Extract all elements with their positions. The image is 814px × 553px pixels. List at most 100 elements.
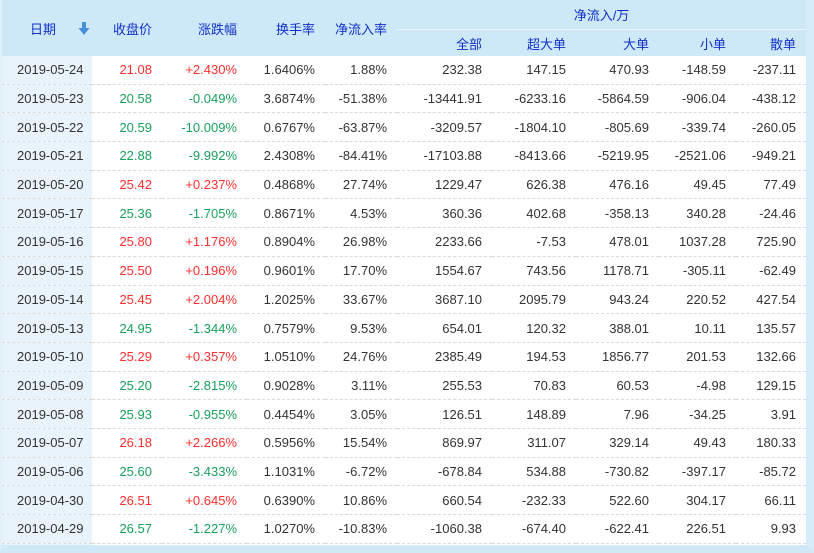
cell-date: 2019-04-29 (2, 515, 92, 544)
cell-retail: -949.21 (736, 142, 806, 171)
cell-turnover: 3.6874% (247, 84, 325, 113)
cell-change: +1.701% (162, 543, 247, 553)
cell-close: 25.50 (92, 256, 162, 285)
table-row[interactable]: 2019-05-06 25.60 -3.433% 1.1031% -6.72% … (2, 457, 806, 486)
cell-inflow-rate: 9.53% (325, 314, 397, 343)
cell-change: +2.430% (162, 56, 247, 84)
table-row[interactable]: 2019-04-26 26.90 +1.701% 0.9481% 24.66% … (2, 543, 806, 553)
cell-inflow-rate: 1.88% (325, 56, 397, 84)
table-row[interactable]: 2019-05-17 25.36 -1.705% 0.8671% 4.53% 3… (2, 199, 806, 228)
table-row[interactable]: 2019-04-30 26.51 +0.645% 0.6390% 10.86% … (2, 486, 806, 515)
cell-retail: 725.90 (736, 228, 806, 257)
sort-descending-icon[interactable] (78, 22, 90, 35)
table-row[interactable]: 2019-05-10 25.29 +0.357% 1.0510% 24.76% … (2, 342, 806, 371)
cell-all: 255.53 (397, 371, 492, 400)
cell-retail: 180.33 (736, 428, 806, 457)
cell-change: -1.227% (162, 515, 247, 544)
column-header-small[interactable]: 小单 (659, 30, 736, 57)
cell-turnover: 1.6406% (247, 56, 325, 84)
cell-change: -1.705% (162, 199, 247, 228)
cell-date: 2019-05-14 (2, 285, 92, 314)
table-row[interactable]: 2019-05-15 25.50 +0.196% 0.9601% 17.70% … (2, 256, 806, 285)
cell-small: 304.17 (659, 486, 736, 515)
cell-inflow-rate: 17.70% (325, 256, 397, 285)
column-header-large[interactable]: 大单 (576, 30, 659, 57)
cell-close: 25.60 (92, 457, 162, 486)
column-header-all[interactable]: 全部 (397, 30, 492, 57)
cell-turnover: 0.4454% (247, 400, 325, 429)
cell-small: -906.04 (659, 84, 736, 113)
cell-all: 1554.67 (397, 256, 492, 285)
cell-super-large: 2095.79 (492, 285, 576, 314)
cell-turnover: 2.4308% (247, 142, 325, 171)
cell-close: 25.42 (92, 170, 162, 199)
table-row[interactable]: 2019-05-16 25.80 +1.176% 0.8904% 26.98% … (2, 228, 806, 257)
cell-close: 22.88 (92, 142, 162, 171)
cell-large: 943.24 (576, 285, 659, 314)
cell-retail: 3.91 (736, 400, 806, 429)
table-row[interactable]: 2019-05-24 21.08 +2.430% 1.6406% 1.88% 2… (2, 56, 806, 84)
cell-all: 126.51 (397, 400, 492, 429)
column-header-date-label: 日期 (30, 19, 56, 38)
cell-small: 167.55 (659, 543, 736, 553)
column-header-turnover[interactable]: 换手率 (247, 0, 325, 56)
cell-retail: -86.63 (736, 543, 806, 553)
table-row[interactable]: 2019-05-20 25.42 +0.237% 0.4868% 27.74% … (2, 170, 806, 199)
column-header-date[interactable]: 日期 (2, 0, 92, 56)
cell-all: 232.38 (397, 56, 492, 84)
cell-super-large: 534.88 (492, 457, 576, 486)
column-header-retail[interactable]: 散单 (736, 30, 806, 57)
cell-change: -0.955% (162, 400, 247, 429)
cell-retail: -438.12 (736, 84, 806, 113)
cell-super-large: 120.32 (492, 314, 576, 343)
cell-small: -148.59 (659, 56, 736, 84)
table-row[interactable]: 2019-04-29 26.57 -1.227% 1.0270% -10.83%… (2, 515, 806, 544)
cell-large: -805.69 (576, 113, 659, 142)
table-row[interactable]: 2019-05-13 24.95 -1.344% 0.7579% 9.53% 6… (2, 314, 806, 343)
cell-retail: 77.49 (736, 170, 806, 199)
fund-flow-table-container: 日期 收盘价 涨跌幅 换手率 净流入率 净流入/万 全部 超大单 大单 小单 散… (2, 0, 806, 545)
column-header-change[interactable]: 涨跌幅 (162, 0, 247, 56)
cell-close: 26.57 (92, 515, 162, 544)
cell-change: +2.266% (162, 428, 247, 457)
column-header-close[interactable]: 收盘价 (92, 0, 162, 56)
cell-super-large: 70.83 (492, 371, 576, 400)
cell-large: 476.16 (576, 170, 659, 199)
cell-change: -1.344% (162, 314, 247, 343)
cell-date: 2019-05-15 (2, 256, 92, 285)
cell-inflow-rate: 26.98% (325, 228, 397, 257)
cell-large: -358.13 (576, 199, 659, 228)
table-row[interactable]: 2019-05-22 20.59 -10.009% 0.6767% -63.87… (2, 113, 806, 142)
cell-inflow-rate: 24.76% (325, 342, 397, 371)
cell-large: 60.53 (576, 371, 659, 400)
cell-retail: 129.15 (736, 371, 806, 400)
cell-super-large: 147.15 (492, 56, 576, 84)
table-row[interactable]: 2019-05-23 20.58 -0.049% 3.6874% -51.38%… (2, 84, 806, 113)
cell-inflow-rate: 4.53% (325, 199, 397, 228)
cell-retail: -85.72 (736, 457, 806, 486)
cell-small: -397.17 (659, 457, 736, 486)
table-row[interactable]: 2019-05-14 25.45 +2.004% 1.2025% 33.67% … (2, 285, 806, 314)
cell-inflow-rate: 33.67% (325, 285, 397, 314)
cell-close: 25.36 (92, 199, 162, 228)
cell-close: 20.59 (92, 113, 162, 142)
cell-date: 2019-05-23 (2, 84, 92, 113)
table-row[interactable]: 2019-05-07 26.18 +2.266% 0.5956% 15.54% … (2, 428, 806, 457)
cell-turnover: 0.7579% (247, 314, 325, 343)
table-row[interactable]: 2019-05-21 22.88 -9.992% 2.4308% -84.41%… (2, 142, 806, 171)
cell-all: 869.97 (397, 428, 492, 457)
cell-inflow-rate: 10.86% (325, 486, 397, 515)
table-row[interactable]: 2019-05-08 25.93 -0.955% 0.4454% 3.05% 1… (2, 400, 806, 429)
column-header-inflow-rate[interactable]: 净流入率 (325, 0, 397, 56)
cell-close: 25.93 (92, 400, 162, 429)
cell-large: 329.14 (576, 428, 659, 457)
column-group-net-inflow: 净流入/万 (397, 0, 806, 30)
cell-all: 660.54 (397, 486, 492, 515)
cell-change: +0.645% (162, 486, 247, 515)
cell-date: 2019-05-10 (2, 342, 92, 371)
cell-inflow-rate: 3.11% (325, 371, 397, 400)
cell-inflow-rate: 27.74% (325, 170, 397, 199)
cell-small: 49.45 (659, 170, 736, 199)
table-row[interactable]: 2019-05-09 25.20 -2.815% 0.9028% 3.11% 2… (2, 371, 806, 400)
column-header-super-large[interactable]: 超大单 (492, 30, 576, 57)
